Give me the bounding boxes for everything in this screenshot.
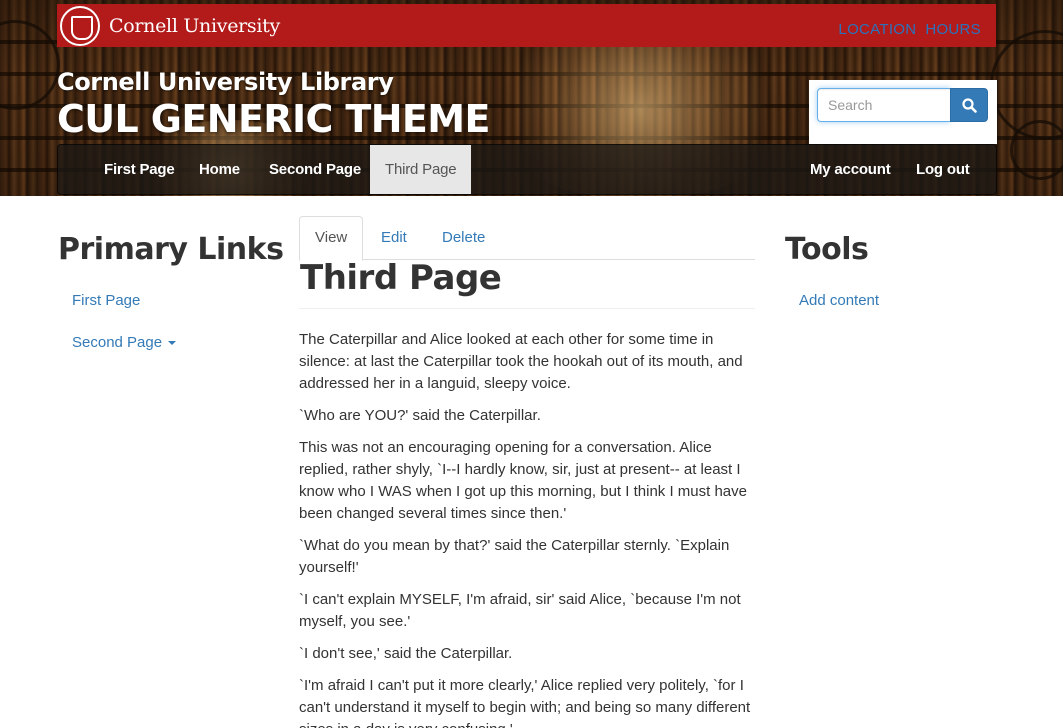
search-input[interactable]	[817, 88, 950, 122]
sidebar-link-second-page-label: Second Page	[72, 334, 163, 351]
body-paragraph: This was not an encouraging opening for …	[299, 439, 747, 522]
tab-view[interactable]: View	[299, 216, 364, 261]
tab-edit[interactable]: Edit	[366, 216, 422, 260]
location-hours-link[interactable]: LOCATION HOURS	[838, 21, 981, 38]
my-account-link[interactable]: My account	[795, 145, 906, 194]
site-title[interactable]: CUL GENERIC THEME	[57, 97, 490, 141]
primary-links-heading: Primary Links	[58, 232, 284, 267]
title-divider	[299, 308, 755, 309]
local-tasks-tabs: View Edit Delete	[299, 216, 755, 261]
body-paragraph: The Caterpillar and Alice looked at each…	[299, 331, 743, 392]
caret-down-icon	[168, 341, 177, 346]
search-icon	[962, 98, 977, 113]
add-content-link[interactable]: Add content	[799, 292, 879, 309]
sidebar-link-second-page[interactable]: Second Page	[72, 334, 177, 351]
tools-heading: Tools	[785, 232, 869, 267]
nav-item-first-page[interactable]: First Page	[89, 145, 190, 194]
cornell-top-bar: Cornell University LOCATION HOURS	[57, 4, 996, 47]
page-title: Third Page	[300, 258, 502, 298]
search-form	[809, 80, 997, 144]
nav-item-second-page[interactable]: Second Page	[254, 145, 376, 194]
tab-delete[interactable]: Delete	[427, 216, 500, 260]
body-paragraph: `I don't see,' said the Caterpillar.	[299, 645, 513, 662]
sidebar-link-first-page[interactable]: First Page	[72, 292, 140, 309]
nav-item-home[interactable]: Home	[184, 145, 255, 194]
body-paragraph: `What do you mean by that?' said the Cat…	[299, 537, 730, 576]
body-paragraph: `I'm afraid I can't put it more clearly,…	[299, 677, 751, 728]
body-paragraph: `Who are YOU?' said the Caterpillar.	[299, 407, 541, 424]
cornell-seal-icon[interactable]	[60, 6, 100, 46]
search-button[interactable]	[950, 88, 988, 122]
nav-item-third-page[interactable]: Third Page	[370, 145, 472, 194]
page-body: The Caterpillar and Alice looked at each…	[299, 329, 757, 728]
main-navbar: First Page Home Second Page Third Page M…	[57, 144, 997, 195]
library-title[interactable]: Cornell University Library	[57, 68, 394, 96]
cornell-university-link[interactable]: Cornell University	[109, 15, 280, 37]
log-out-link[interactable]: Log out	[901, 145, 985, 194]
body-paragraph: `I can't explain MYSELF, I'm afraid, sir…	[299, 591, 741, 630]
